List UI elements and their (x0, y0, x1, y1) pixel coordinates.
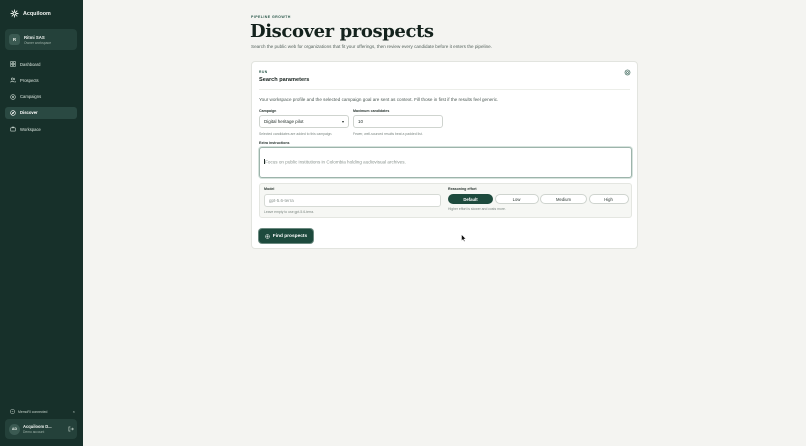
workspace-avatar: R (9, 34, 20, 45)
sidebar-item-label: Dashboard (20, 61, 41, 67)
sidebar-nav: Dashboard Prospects Campaigns Discover W… (5, 58, 77, 139)
reasoning-effort-selector: Default Low Medium High (448, 194, 629, 204)
mcp-status-label: MemoRI connected (18, 409, 48, 414)
sidebar-item-label: Campaigns (20, 94, 42, 100)
sidebar-item-workspace[interactable]: Workspace (5, 123, 77, 135)
briefcase-icon (10, 126, 16, 132)
divider (259, 89, 630, 90)
campaign-label: Campaign (259, 109, 277, 113)
sidebar-item-label: Discover (20, 110, 38, 116)
compass-icon (10, 110, 16, 116)
brand-logo-icon (10, 9, 19, 18)
sidebar-item-label: Workspace (20, 126, 41, 132)
page-subtitle: Search the public web for organizations … (251, 44, 492, 49)
workspace-role: Owner workspace (24, 40, 52, 45)
brand-name: Acquiloom (23, 10, 51, 17)
card-description: Your workspace profile and the selected … (259, 97, 499, 102)
mcp-status: MemoRI connected × (10, 409, 75, 414)
plug-icon (10, 409, 15, 414)
campaign-select[interactable]: Digital heritage pilot ▾ (259, 115, 349, 128)
sidebar: Acquiloom R Ritmi SAS Owner workspace Da… (0, 0, 83, 446)
campaign-select-value: Digital heritage pilot (264, 119, 304, 124)
user-account-type: Demo account (23, 430, 45, 434)
sidebar-item-prospects[interactable]: Prospects (5, 74, 77, 86)
close-icon[interactable]: × (73, 409, 75, 414)
user-name: Acquiloom D... (23, 424, 52, 429)
mouse-cursor-icon (461, 234, 467, 242)
page-title: Discover prospects (250, 21, 434, 42)
model-settings: Model gpt-5.6-terra Leave empty to use g… (259, 183, 632, 218)
chevron-down-icon: ▾ (341, 119, 344, 124)
sidebar-item-campaigns[interactable]: Campaigns (5, 91, 77, 103)
reasoning-option-high[interactable]: High (588, 194, 629, 204)
model-label: Model (264, 187, 275, 191)
avatar: AD (9, 423, 20, 435)
campaign-help: Selected candidates are added to this ca… (259, 132, 333, 136)
max-candidates-label: Maximum candidates (353, 109, 390, 113)
megaphone-icon (10, 93, 16, 100)
find-prospects-label: Find prospects (272, 233, 308, 239)
reasoning-option-default[interactable]: Default (448, 194, 493, 204)
find-prospects-button[interactable]: Find prospects (259, 229, 313, 243)
grid-icon (10, 61, 16, 67)
sparkle-icon (265, 233, 270, 239)
reasoning-effort-label: Reasoning effort (448, 187, 477, 191)
logout-icon[interactable] (68, 426, 74, 432)
users-icon (10, 77, 16, 83)
reasoning-effort-help: Higher effort is slower and costs more. (448, 207, 506, 211)
extra-instructions-label: Extra instructions (259, 141, 290, 145)
sidebar-item-dashboard[interactable]: Dashboard (5, 58, 77, 70)
card-title: Search parameters (259, 77, 310, 83)
card-eyebrow: RUN (259, 70, 268, 74)
max-candidates-input[interactable]: 10 (353, 115, 443, 128)
gear-icon[interactable] (624, 69, 631, 76)
brand[interactable]: Acquiloom (10, 9, 51, 18)
user-menu[interactable]: AD Acquiloom D... Demo account (5, 419, 77, 439)
sidebar-item-discover[interactable]: Discover (5, 106, 77, 119)
extra-instructions-input[interactable]: Focus on public institutions in Colombia… (259, 147, 632, 178)
page-eyebrow: PIPELINE GROWTH (251, 15, 291, 19)
sidebar-item-label: Prospects (20, 77, 39, 83)
workspace-switcher[interactable]: R Ritmi SAS Owner workspace (5, 29, 77, 50)
workspace-name: Ritmi SAS (24, 34, 45, 40)
model-input[interactable]: gpt-5.6-terra (264, 194, 441, 207)
search-parameters-card: RUN Search parameters Your workspace pro… (251, 61, 638, 249)
reasoning-option-low[interactable]: Low (494, 194, 539, 204)
reasoning-option-medium[interactable]: Medium (540, 194, 587, 204)
model-help: Leave empty to use gpt-5.6-terra. (264, 210, 315, 214)
main-content: PIPELINE GROWTH Discover prospects Searc… (83, 0, 806, 446)
max-candidates-help: Fewer, well-sourced results beat a padde… (353, 132, 423, 136)
extra-instructions-placeholder: Focus on public institutions in Colombia… (265, 159, 406, 165)
